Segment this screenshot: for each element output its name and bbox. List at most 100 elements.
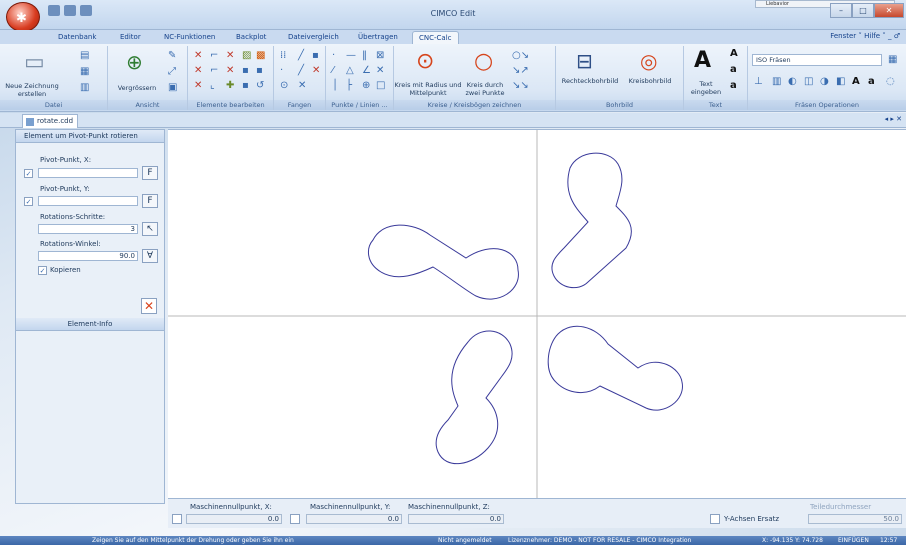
circle-pattern-button[interactable]: Kreisbohrbild <box>620 77 680 85</box>
close-button[interactable]: ✕ <box>874 3 904 18</box>
milling-operation-select[interactable]: ISO Fräsen <box>752 54 882 66</box>
tab-uebertragen[interactable]: Übertragen <box>358 31 398 44</box>
maximize-button[interactable]: □ <box>852 3 874 18</box>
pivot-y-checkbox[interactable]: ✓ <box>24 197 33 206</box>
op-drill-icon[interactable]: ◐ <box>788 76 797 87</box>
new-drawing-button[interactable]: Neue Zeichnung erstellen <box>2 82 62 98</box>
snap-center-icon[interactable]: ⊙ <box>280 80 288 91</box>
fillet-icon[interactable]: ⌞ <box>210 80 215 91</box>
tab-editor[interactable]: Editor <box>120 31 141 44</box>
break-icon[interactable]: ✕ <box>194 80 202 91</box>
arc-2-icon[interactable]: ↘↗ <box>512 65 529 76</box>
pick-x-icon[interactable]: F <box>142 166 158 180</box>
text-size-medium-icon[interactable]: a <box>730 64 737 75</box>
rotation-angle-input[interactable]: 90.0 <box>38 251 138 261</box>
array-icon[interactable]: ▪ <box>242 80 249 91</box>
zoom-window-icon[interactable]: ▣ <box>168 82 177 93</box>
offset-icon[interactable]: ✚ <box>226 80 234 91</box>
undo-edit-icon[interactable]: ↺ <box>256 80 264 91</box>
window-menu[interactable]: Fenster ˅ Hilfe ˅ _ ♂ <box>830 32 900 40</box>
chamfer-icon[interactable]: ⌐ <box>210 65 218 76</box>
rect-pattern-button[interactable]: Rechteckbohrbild <box>560 77 620 85</box>
op-pocket-icon[interactable]: ▥ <box>772 76 781 87</box>
zoom-button[interactable]: Vergrössern <box>110 84 164 92</box>
drawing-canvas[interactable] <box>168 129 906 499</box>
snap-off-icon[interactable]: ✕ <box>298 80 306 91</box>
delete-icon[interactable]: ✕ <box>194 65 202 76</box>
minimize-button[interactable]: – <box>830 3 852 18</box>
machine-y-checkbox[interactable] <box>290 514 300 524</box>
line-perp-icon[interactable]: ⊕ <box>362 80 370 91</box>
snap-grid-icon[interactable]: ⁞⁞ <box>280 50 286 61</box>
line-box-icon[interactable]: ⊠ <box>376 50 384 61</box>
circle-two-points-button[interactable]: Kreis durch zwei Punkte <box>462 81 508 97</box>
op-text-icon[interactable]: a <box>868 76 875 87</box>
line-h-icon[interactable]: — <box>346 50 356 61</box>
angle-pick-icon[interactable]: ∀ <box>142 249 158 263</box>
machine-z-input[interactable]: 0.0 <box>408 514 504 524</box>
snap-mid-icon[interactable]: ╱ <box>298 65 304 76</box>
scale-icon[interactable]: ▪ <box>256 65 263 76</box>
machine-x-input[interactable]: 0.0 <box>186 514 282 524</box>
op-contour-icon[interactable]: ⊥ <box>754 76 763 87</box>
extend-icon[interactable]: ⌐ <box>210 50 218 61</box>
save-file-icon[interactable]: ▦ <box>80 66 89 77</box>
rectangle-icon[interactable]: □ <box>376 80 385 91</box>
mirror-icon[interactable]: ▨ <box>242 50 251 61</box>
open-file-icon[interactable]: ▤ <box>80 50 89 61</box>
pivot-y-input[interactable] <box>38 196 138 206</box>
trim-icon[interactable]: ✕ <box>194 50 202 61</box>
y-axis-replace-checkbox[interactable] <box>710 514 720 524</box>
circle-radius-center-button[interactable]: Kreis mit Radius und Mittelpunkt <box>394 81 462 97</box>
part-diameter-input[interactable]: 50.0 <box>808 514 902 524</box>
copy-checkbox[interactable]: ✓ <box>38 266 47 275</box>
tab-dateivergleich[interactable]: Dateivergleich <box>288 31 339 44</box>
steps-pick-icon[interactable]: ↖ <box>142 222 158 236</box>
pick-y-icon[interactable]: F <box>142 194 158 208</box>
fit-icon[interactable]: ⤢ <box>168 66 176 77</box>
text-input-button[interactable]: Text eingeben <box>686 80 726 96</box>
tab-datenbank[interactable]: Datenbank <box>58 31 96 44</box>
text-size-large-icon[interactable]: A <box>730 48 738 59</box>
line-parallel-icon[interactable]: ‖ <box>362 50 367 61</box>
point-icon[interactable]: · <box>332 50 335 61</box>
arc-1-icon[interactable]: ○↘ <box>512 50 529 61</box>
machine-y-input[interactable]: 0.0 <box>306 514 402 524</box>
cancel-icon[interactable]: ✕ <box>141 298 157 314</box>
line-v-icon[interactable]: │ <box>332 80 338 91</box>
snap-cross-icon[interactable]: ✕ <box>312 65 320 76</box>
split-icon[interactable]: ✕ <box>226 50 234 61</box>
print-icon[interactable]: ▥ <box>80 82 89 93</box>
text-size-small-icon[interactable]: a <box>730 80 737 91</box>
tab-cnc-calc[interactable]: CNC-Calc <box>412 31 459 44</box>
tab-navigation-icon[interactable]: ◂ ▸ ✕ <box>885 115 902 123</box>
line-tangent-icon[interactable]: ├ <box>346 80 352 91</box>
op-engrave-icon[interactable]: A <box>852 76 860 87</box>
rect-pattern-icon: ⊟ <box>576 49 593 73</box>
element-info-title: Element-Info <box>16 318 164 331</box>
settings-icon[interactable]: ▦ <box>888 54 897 65</box>
rotation-steps-input[interactable]: 3 <box>38 224 138 234</box>
snap-end-icon[interactable]: ▪ <box>312 50 319 61</box>
machine-x-checkbox[interactable] <box>172 514 182 524</box>
document-tab[interactable]: rotate.cdd <box>22 114 78 128</box>
rotate-icon[interactable]: ▩ <box>256 50 265 61</box>
op-slot-icon[interactable]: ◧ <box>836 76 845 87</box>
pivot-x-checkbox[interactable]: ✓ <box>24 169 33 178</box>
line-angle-icon[interactable]: ⁄ <box>332 65 334 76</box>
pivot-x-input[interactable] <box>38 168 138 178</box>
snap-point-icon[interactable]: · <box>280 65 283 76</box>
tab-backplot[interactable]: Backplot <box>236 31 266 44</box>
angle-icon[interactable]: ∠ <box>362 65 371 76</box>
op-island-icon[interactable]: ◑ <box>820 76 829 87</box>
arc-3-icon[interactable]: ↘↘ <box>512 80 529 91</box>
op-circle-icon[interactable]: ◌ <box>886 76 895 87</box>
tab-nc-funktionen[interactable]: NC-Funktionen <box>164 31 215 44</box>
line-cross-icon[interactable]: ✕ <box>376 65 384 76</box>
op-face-icon[interactable]: ◫ <box>804 76 813 87</box>
triangle-icon[interactable]: △ <box>346 65 354 76</box>
move-icon[interactable]: ▪ <box>242 65 249 76</box>
snap-line-icon[interactable]: ╱ <box>298 50 304 61</box>
pan-icon[interactable]: ✎ <box>168 50 176 61</box>
cut-icon[interactable]: ✕ <box>226 65 234 76</box>
